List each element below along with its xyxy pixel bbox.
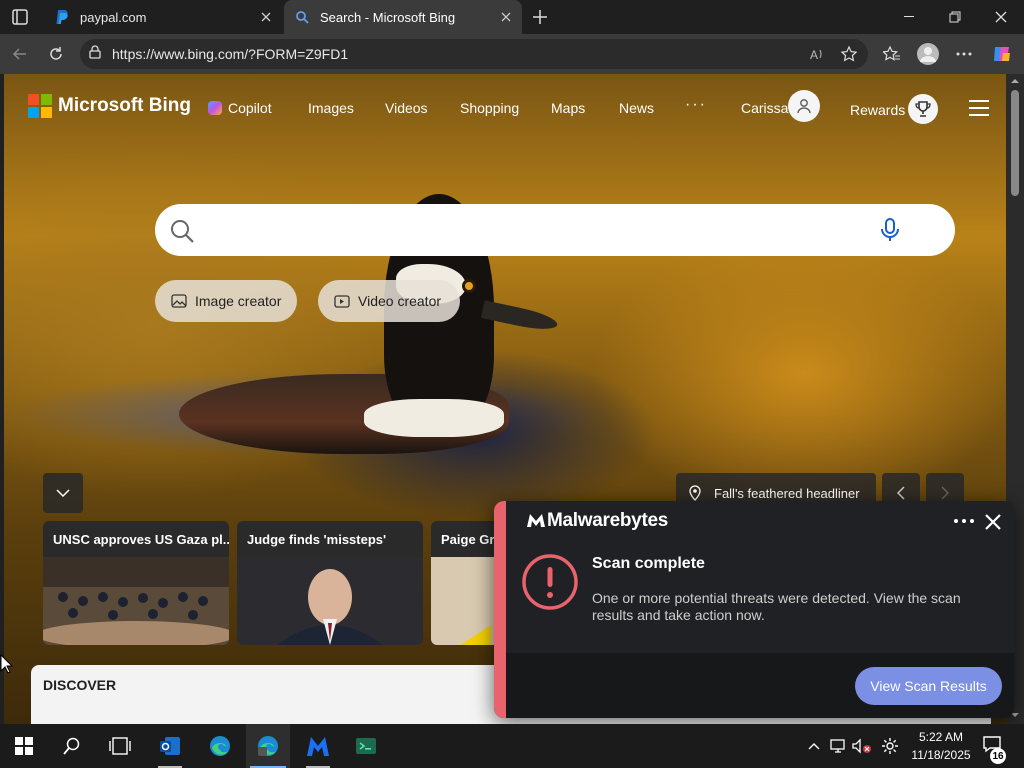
malwarebytes-taskbar-icon[interactable] (296, 724, 340, 768)
image-icon (171, 294, 187, 308)
nav-videos[interactable]: Videos (385, 100, 428, 116)
news-card[interactable]: Judge finds 'missteps' (237, 521, 423, 645)
search-input[interactable] (211, 214, 871, 246)
pill-label: Video creator (358, 293, 442, 309)
tray-overflow-chevron-icon[interactable] (804, 736, 824, 756)
tab-bing-search[interactable]: Search - Microsoft Bing (284, 0, 522, 34)
microsoft-logo-icon (28, 94, 52, 118)
clock-date: 11/18/2025 (911, 748, 971, 762)
bing-logo[interactable]: Microsoft Bing (28, 94, 191, 118)
network-icon[interactable] (828, 736, 848, 756)
close-tab-icon[interactable] (494, 5, 518, 29)
profile-avatar-icon[interactable] (914, 40, 942, 68)
nav-label: Copilot (228, 100, 272, 116)
collapse-news-button[interactable] (43, 473, 83, 513)
nav-maps[interactable]: Maps (551, 100, 585, 116)
windows-taskbar: 5:22 AM 11/18/2025 16 (0, 724, 1024, 768)
scroll-thumb[interactable] (1011, 90, 1019, 196)
nav-more[interactable]: ··· (685, 96, 707, 114)
chevron-right-icon (941, 486, 949, 500)
news-card-image (43, 557, 229, 645)
browser-tab-bar: paypal.com Search - Microsoft Bing (0, 0, 1024, 34)
duck-eye (462, 279, 476, 293)
notification-heading: Scan complete (592, 555, 705, 572)
refresh-icon[interactable] (42, 40, 70, 68)
close-icon[interactable] (982, 511, 1004, 533)
nav-shopping[interactable]: Shopping (460, 100, 519, 116)
news-card-title: Judge finds 'missteps' (247, 532, 387, 547)
chevron-down-icon (56, 489, 70, 497)
notification-menu-icon[interactable] (952, 511, 976, 531)
malwarebytes-m-icon (527, 514, 545, 527)
restore-icon[interactable] (932, 0, 978, 34)
tab-actions-icon[interactable] (10, 7, 30, 27)
read-aloud-icon[interactable]: A (804, 41, 830, 67)
news-card-title: UNSC approves US Gaza pl... (53, 532, 229, 547)
brand-name: Microsoft Bing (58, 95, 191, 116)
copilot-icon (208, 101, 222, 115)
address-bar[interactable]: https://www.bing.com/?FORM=Z9FD1 A (80, 39, 868, 69)
menu-icon[interactable] (969, 100, 989, 116)
edge-browser-active-icon[interactable] (246, 724, 290, 768)
search-icon (171, 220, 194, 243)
rewards-trophy-icon[interactable] (908, 94, 938, 124)
search-box[interactable] (155, 204, 955, 256)
warning-circle-icon (522, 554, 578, 610)
task-view-icon[interactable] (98, 724, 142, 768)
nav-news[interactable]: News (619, 100, 654, 116)
lock-icon[interactable] (88, 44, 102, 64)
video-icon (334, 295, 350, 308)
clock-time: 5:22 AM (918, 730, 964, 744)
alert-stripe (494, 501, 506, 718)
favorite-star-icon[interactable] (836, 41, 862, 67)
new-tab-icon[interactable] (528, 5, 552, 29)
browser-toolbar: https://www.bing.com/?FORM=Z9FD1 A (0, 34, 1024, 74)
url-text[interactable]: https://www.bing.com/?FORM=Z9FD1 (112, 46, 804, 62)
volume-muted-icon[interactable] (852, 736, 872, 756)
taskbar-search-icon[interactable] (50, 724, 94, 768)
nav-images[interactable]: Images (308, 100, 354, 116)
outlook-icon[interactable] (148, 724, 192, 768)
paypal-icon (54, 9, 70, 25)
malwarebytes-brand-text: Malwarebytes (547, 510, 669, 531)
svg-text:A: A (810, 48, 818, 62)
copilot-icon[interactable] (988, 40, 1016, 68)
malwarebytes-logo: Malwarebytes (526, 510, 668, 532)
image-creator-button[interactable]: Image creator (155, 280, 297, 322)
pill-label: Image creator (195, 293, 282, 309)
user-avatar-icon[interactable] (788, 90, 820, 122)
close-tab-icon[interactable] (254, 5, 278, 29)
chevron-left-icon (897, 486, 905, 500)
video-creator-button[interactable]: Video creator (318, 280, 460, 322)
tab-label: paypal.com (80, 9, 147, 25)
view-scan-results-button[interactable]: View Scan Results (855, 667, 1002, 705)
duck-breast (364, 399, 504, 437)
settings-gear-icon[interactable] (880, 736, 900, 756)
nav-copilot[interactable]: Copilot (208, 100, 272, 116)
close-window-icon[interactable] (978, 0, 1024, 34)
microphone-icon[interactable] (877, 217, 903, 243)
mouse-cursor-icon (0, 654, 14, 674)
malwarebytes-notification: Malwarebytes Scan complete One or more p… (494, 501, 1014, 718)
start-button-icon[interactable] (2, 724, 46, 768)
system-clock[interactable]: 5:22 AM 11/18/2025 (903, 728, 979, 764)
minimize-icon[interactable] (886, 0, 932, 34)
edge-icon[interactable] (198, 724, 242, 768)
terminal-app-icon[interactable] (344, 724, 388, 768)
notification-message: One or more potential threats were detec… (592, 590, 961, 623)
user-name[interactable]: Carissa (741, 100, 788, 116)
notification-count-badge: 16 (990, 748, 1006, 764)
more-options-icon[interactable] (950, 40, 978, 68)
tab-paypal[interactable]: paypal.com (44, 0, 282, 34)
favorites-icon[interactable] (878, 40, 906, 68)
news-card[interactable]: UNSC approves US Gaza pl... (43, 521, 229, 645)
news-card-image (237, 557, 423, 645)
back-arrow-icon[interactable] (6, 40, 34, 68)
location-pin-icon (689, 485, 701, 501)
image-caption: Fall's feathered headliner (714, 485, 860, 501)
tab-label: Search - Microsoft Bing (320, 9, 456, 25)
rewards-link[interactable]: Rewards (850, 102, 905, 118)
scroll-up-icon[interactable] (1006, 76, 1024, 86)
search-icon (294, 9, 310, 25)
